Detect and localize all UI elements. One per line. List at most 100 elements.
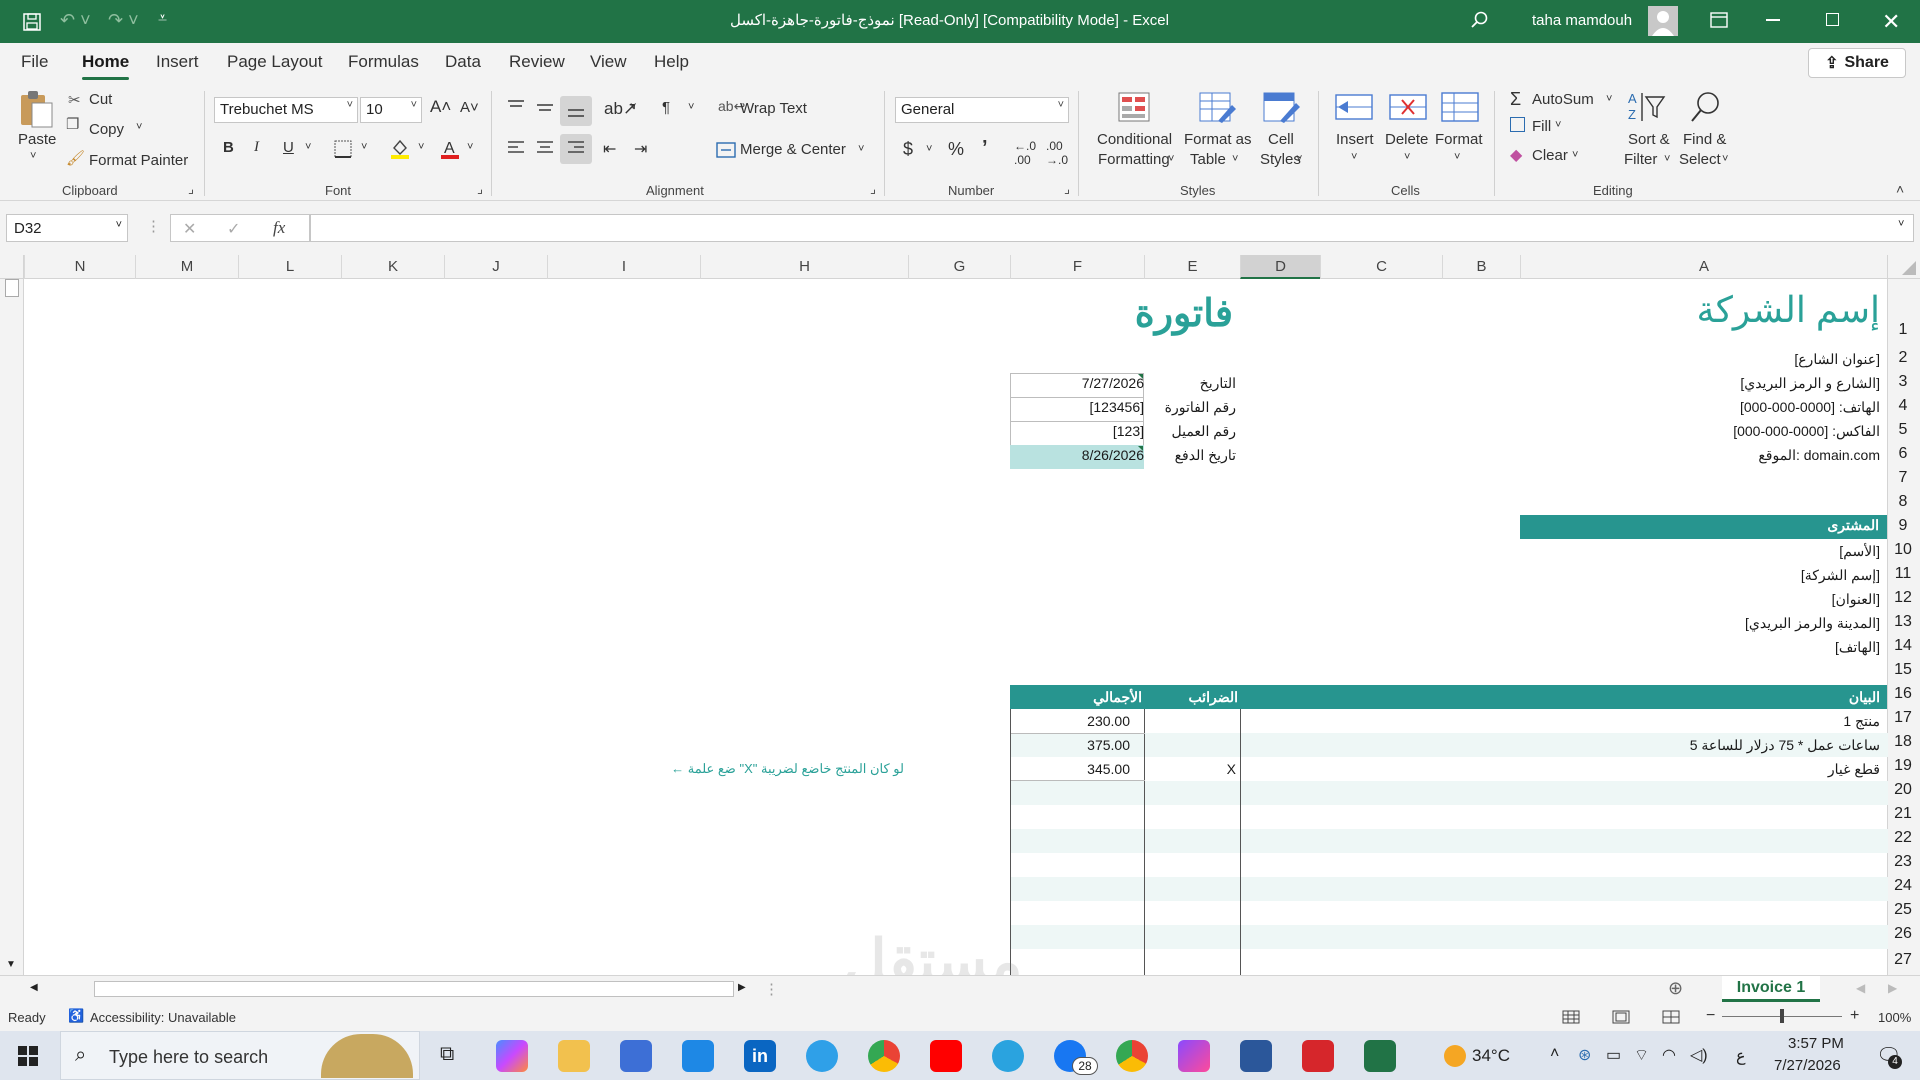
site-row[interactable]: الموقع: domain.com: [1758, 447, 1880, 464]
avatar[interactable]: [1648, 6, 1678, 36]
underline-button[interactable]: U: [283, 139, 294, 156]
clock-date[interactable]: 7/27/2026: [1774, 1057, 1841, 1074]
accessibility-status[interactable]: Accessibility: Unavailable: [90, 1010, 236, 1025]
column-header-g[interactable]: G: [908, 255, 1010, 279]
number-format-dropdown[interactable]: General ˅: [895, 97, 1069, 123]
menu-review[interactable]: Review: [509, 52, 565, 72]
italic-button[interactable]: I: [254, 139, 259, 156]
row-header[interactable]: 15: [1886, 661, 1920, 679]
row-header[interactable]: 21: [1886, 805, 1920, 823]
align-middle-icon[interactable]: [535, 101, 555, 117]
zoom-in-icon[interactable]: +: [1850, 1007, 1859, 1025]
column-header-f[interactable]: F: [1010, 255, 1144, 279]
linkedin-icon[interactable]: in: [744, 1040, 776, 1072]
scroll-left-icon[interactable]: ◀: [30, 982, 38, 993]
language-indicator[interactable]: ع: [1736, 1046, 1746, 1066]
orientation-dropdown-icon[interactable]: ˅: [630, 101, 636, 113]
save-icon[interactable]: [22, 12, 42, 32]
invoice-number-label[interactable]: رقم الفاتورة: [1165, 399, 1236, 416]
buyer-line[interactable]: [المدينة والرمز البريدي]: [1745, 615, 1880, 632]
decrease-font-icon[interactable]: A˅: [460, 99, 479, 116]
align-center-icon[interactable]: [535, 139, 555, 157]
next-sheet-icon[interactable]: ▶: [1888, 981, 1897, 995]
increase-decimal-icon[interactable]: ←.0.00: [1014, 139, 1036, 167]
name-box[interactable]: D32 ˅: [6, 214, 128, 242]
column-header-d[interactable]: D: [1240, 255, 1320, 279]
conditional-formatting-button[interactable]: Conditional: [1097, 131, 1172, 148]
insert-cells-button[interactable]: Insert: [1336, 131, 1374, 148]
font-color-dropdown-icon[interactable]: ˅: [467, 141, 473, 153]
row-header[interactable]: 8: [1886, 493, 1920, 511]
buyer-line[interactable]: [الهاتف]: [1835, 639, 1880, 656]
column-header-l[interactable]: L: [238, 255, 341, 279]
borders-icon[interactable]: [334, 140, 352, 158]
paste-button[interactable]: Paste: [18, 131, 56, 148]
prev-sheet-icon[interactable]: ◀: [1856, 981, 1865, 995]
close-icon[interactable]: ✕: [1882, 9, 1900, 35]
cell-styles-button[interactable]: Cell: [1268, 131, 1294, 148]
row-header[interactable]: 7: [1886, 469, 1920, 487]
menu-insert[interactable]: Insert: [156, 52, 199, 72]
invoice-title[interactable]: فاتورة: [1135, 291, 1233, 336]
add-sheet-icon[interactable]: ⊕: [1668, 978, 1683, 999]
wifi-icon[interactable]: ◠: [1662, 1045, 1676, 1065]
sheet-tab-invoice-1[interactable]: Invoice 1: [1722, 976, 1820, 1002]
undo-icon[interactable]: ↶ ˅: [60, 10, 91, 31]
tray-app-icon[interactable]: ⊛: [1578, 1045, 1591, 1065]
buyer-line[interactable]: [الأسم]: [1839, 543, 1880, 560]
zoom-level[interactable]: 100%: [1878, 1010, 1911, 1025]
format-table-dropdown-icon[interactable]: ˅: [1232, 153, 1238, 165]
bold-button[interactable]: B: [223, 139, 234, 156]
borders-dropdown-icon[interactable]: ˅: [361, 141, 367, 153]
phone-row[interactable]: الهاتف: [0000-000-000]: [1740, 399, 1880, 416]
clipboard-launcher-icon[interactable]: ⌟: [188, 181, 194, 197]
accessibility-icon[interactable]: ♿: [68, 1008, 84, 1024]
column-header-k[interactable]: K: [341, 255, 444, 279]
column-header-b[interactable]: B: [1442, 255, 1520, 279]
merge-center-button[interactable]: Merge & Center: [740, 141, 846, 158]
row-header[interactable]: 14: [1886, 637, 1920, 655]
volume-icon[interactable]: ◁): [1690, 1045, 1708, 1065]
customer-number-value[interactable]: [123]: [1113, 423, 1144, 439]
menu-page-layout[interactable]: Page Layout: [227, 52, 322, 72]
sort-filter-button[interactable]: Sort &: [1628, 131, 1670, 148]
customer-number-label[interactable]: رقم العميل: [1172, 423, 1237, 440]
due-date-value[interactable]: 8/26/2026: [1082, 447, 1144, 463]
select-all-corner[interactable]: [0, 255, 24, 279]
row-header[interactable]: 12: [1886, 589, 1920, 607]
menu-home[interactable]: Home: [82, 52, 130, 80]
maximize-icon[interactable]: [1826, 13, 1839, 26]
edge-icon[interactable]: [806, 1040, 838, 1072]
vertical-scrollbar[interactable]: ▲ ▼: [0, 279, 24, 975]
fill-color-icon[interactable]: [390, 138, 410, 160]
fill-color-dropdown-icon[interactable]: ˅: [418, 141, 424, 153]
windows-start-icon[interactable]: [18, 1046, 38, 1066]
align-top-icon[interactable]: [506, 99, 526, 115]
font-size-dropdown[interactable]: 10 ˅: [360, 97, 422, 123]
paste-dropdown-icon[interactable]: ˅: [30, 150, 36, 162]
file-explorer-icon[interactable]: [558, 1040, 590, 1072]
page-layout-view-icon[interactable]: [1612, 1010, 1630, 1024]
align-right-button[interactable]: [560, 134, 592, 164]
row-header[interactable]: 4: [1886, 397, 1920, 415]
row-header[interactable]: 26: [1886, 925, 1920, 943]
menu-data[interactable]: Data: [445, 52, 481, 72]
sort-dropdown-icon[interactable]: ˅: [1664, 153, 1670, 165]
formula-input[interactable]: [310, 214, 1914, 242]
format-painter-button[interactable]: Format Painter: [89, 152, 188, 169]
buyer-line[interactable]: [العنوان]: [1832, 591, 1880, 608]
address-line[interactable]: [الشارع و الرمز البريدي]: [1740, 375, 1880, 392]
row-header[interactable]: 16: [1886, 685, 1920, 703]
fill-button[interactable]: Fill: [1532, 118, 1551, 135]
weather-temp[interactable]: 34°C: [1472, 1046, 1510, 1066]
vertical-scroll-thumb[interactable]: [5, 279, 19, 297]
copy-button[interactable]: Copy: [89, 121, 124, 138]
row-header[interactable]: 22: [1886, 829, 1920, 847]
row-header[interactable]: 5: [1886, 421, 1920, 439]
row-header[interactable]: 20: [1886, 781, 1920, 799]
percent-icon[interactable]: %: [948, 139, 964, 160]
row-header[interactable]: 3: [1886, 373, 1920, 391]
clock-time[interactable]: 3:57 PM: [1788, 1035, 1844, 1052]
tray-chevron-icon[interactable]: ˄: [1550, 1045, 1559, 1063]
format-dropdown-icon[interactable]: ˅: [1454, 151, 1460, 163]
